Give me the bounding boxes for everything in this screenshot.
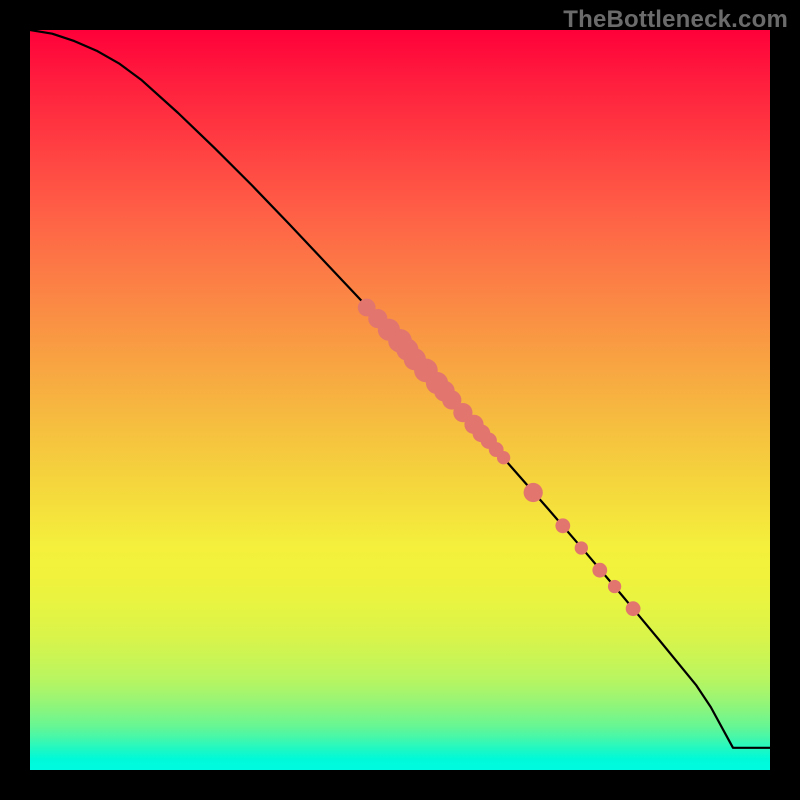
data-point — [575, 541, 588, 554]
data-point — [555, 518, 570, 533]
data-point — [608, 580, 621, 593]
data-point — [592, 563, 607, 578]
data-point — [626, 601, 641, 616]
chart-container: TheBottleneck.com — [0, 0, 800, 800]
curve-line — [30, 30, 770, 748]
chart-svg — [30, 30, 770, 770]
data-point — [524, 483, 543, 502]
data-points — [358, 299, 641, 616]
data-point — [497, 451, 510, 464]
